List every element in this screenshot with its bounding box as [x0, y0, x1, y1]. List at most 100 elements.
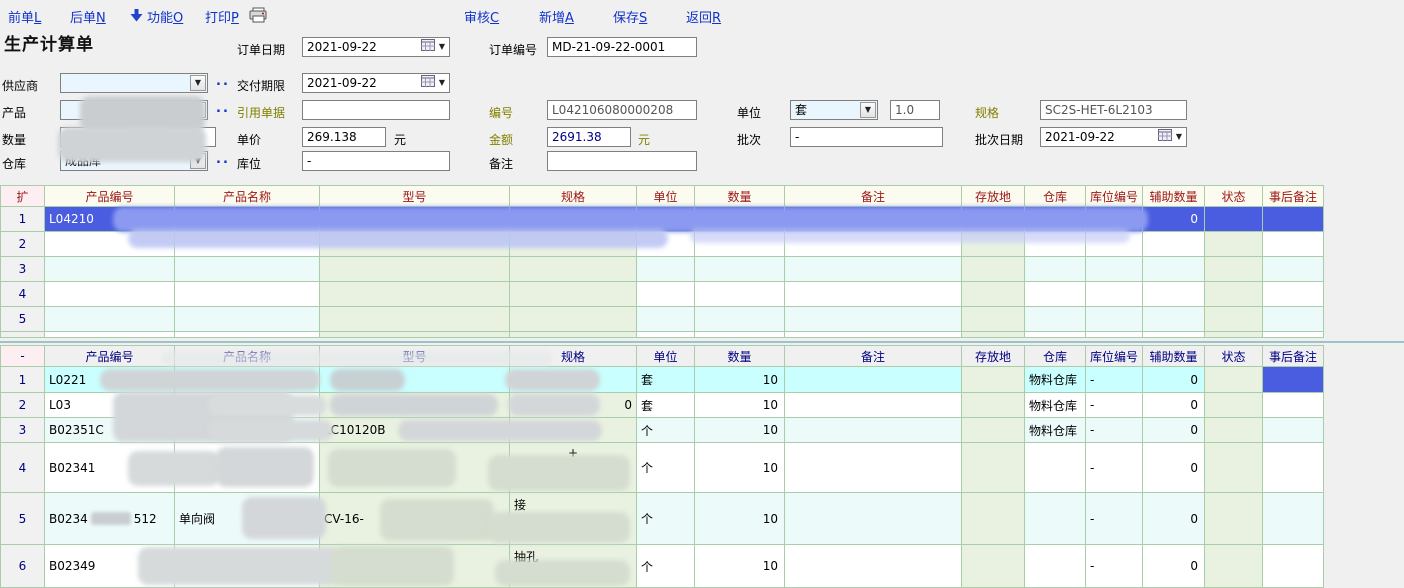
corner-header-cell[interactable]: - [0, 345, 45, 367]
cell-loc[interactable] [962, 545, 1025, 588]
cell-spec[interactable] [510, 257, 637, 282]
col-header-name[interactable]: 产品名称 [175, 345, 320, 367]
cell-unit[interactable] [637, 282, 695, 307]
cell-wh[interactable] [1025, 257, 1086, 282]
cell-qty[interactable] [695, 282, 785, 307]
cell-spec[interactable]: 0 [510, 393, 637, 418]
cell-remark[interactable] [785, 393, 962, 418]
audit-button[interactable]: 审核C [464, 7, 499, 26]
cell-remark[interactable] [785, 232, 962, 257]
row-number[interactable]: 1 [0, 207, 45, 232]
cell-remark[interactable] [785, 282, 962, 307]
col-header-code[interactable]: 产品编号 [45, 345, 175, 367]
col-header-remark[interactable]: 备注 [785, 345, 962, 367]
col-header-wh[interactable]: 仓库 [1025, 185, 1086, 207]
cell-loc[interactable] [962, 282, 1025, 307]
cell-status[interactable] [1205, 367, 1263, 393]
cell-qty[interactable]: 10 [695, 545, 785, 588]
col-header-aux[interactable]: 辅助数量 [1143, 185, 1205, 207]
batch-date-field[interactable]: 2021-09-22 ▼ [1040, 127, 1187, 147]
cell-qty[interactable]: 10 [695, 493, 785, 545]
deadline-date-field[interactable]: 2021-09-22 ▼ [302, 73, 450, 93]
add-new-button[interactable]: 新增A [539, 7, 574, 26]
next-doc-button[interactable]: 后单N [70, 7, 106, 26]
cell-unit[interactable] [637, 332, 695, 338]
note-input[interactable] [547, 151, 697, 171]
dropdown-arrow-icon[interactable]: ▼ [1176, 128, 1182, 146]
cell-name[interactable] [175, 307, 320, 332]
cell-name[interactable] [175, 332, 320, 338]
cell-bin[interactable]: - [1086, 418, 1143, 443]
cell-loc[interactable] [962, 257, 1025, 282]
cell-aux[interactable] [1143, 307, 1205, 332]
cell-bin[interactable]: - [1086, 545, 1143, 588]
cell-status[interactable] [1205, 493, 1263, 545]
cell-remark[interactable] [785, 443, 962, 493]
code-input[interactable]: L042106080000208 [547, 100, 697, 120]
bin-input[interactable]: - [302, 151, 450, 171]
row-number[interactable]: 4 [0, 443, 45, 493]
cell-spec[interactable] [510, 332, 637, 338]
cell-code[interactable]: B02351C [45, 418, 175, 443]
spec-input[interactable]: SC2S-HET-6L2103 [1040, 100, 1187, 120]
cell-aux[interactable]: 0 [1143, 367, 1205, 393]
cell-status[interactable] [1205, 393, 1263, 418]
unit-factor-input[interactable]: 1.0 [890, 100, 940, 120]
row-number[interactable]: 1 [0, 367, 45, 393]
cell-aux[interactable] [1143, 232, 1205, 257]
cell-model[interactable]: LC10120B [320, 418, 510, 443]
cell-name[interactable]: 块 [175, 393, 320, 418]
cell-code[interactable] [45, 282, 175, 307]
cell-aux[interactable] [1143, 332, 1205, 338]
cell-code[interactable] [45, 332, 175, 338]
cell-name[interactable] [175, 418, 320, 443]
cell-model[interactable] [320, 282, 510, 307]
dropdown-arrow-icon[interactable]: ▼ [439, 74, 445, 92]
col-header-status[interactable]: 状态 [1205, 185, 1263, 207]
dropdown-arrow-button[interactable]: ▼ [190, 102, 206, 118]
col-header-wh[interactable]: 仓库 [1025, 345, 1086, 367]
cell-post[interactable] [1263, 418, 1324, 443]
cell-qty[interactable] [695, 257, 785, 282]
cell-name[interactable] [175, 257, 320, 282]
col-header-aux[interactable]: 辅助数量 [1143, 345, 1205, 367]
product-combo[interactable]: ▼ [60, 100, 208, 120]
row-number[interactable]: 3 [0, 418, 45, 443]
cell-wh[interactable]: 物料仓库 [1025, 418, 1086, 443]
ref-doc-input[interactable] [302, 100, 450, 120]
cell-wh[interactable] [1025, 545, 1086, 588]
cell-model[interactable] [320, 207, 510, 232]
cell-code[interactable] [45, 307, 175, 332]
cell-aux[interactable]: 0 [1143, 443, 1205, 493]
order-no-input[interactable]: MD-21-09-22-0001 [547, 37, 697, 57]
cell-spec[interactable] [510, 232, 637, 257]
cell-code[interactable]: B0234512 [45, 493, 175, 545]
cell-spec[interactable] [510, 207, 637, 232]
amount-input[interactable]: 2691.38 [547, 127, 631, 147]
col-header-loc[interactable]: 存放地 [962, 185, 1025, 207]
col-header-spec[interactable]: 规格 [510, 185, 637, 207]
cell-qty[interactable]: 10 [695, 418, 785, 443]
cell-status[interactable] [1205, 282, 1263, 307]
cell-qty[interactable] [695, 307, 785, 332]
cell-post[interactable] [1263, 332, 1324, 338]
cell-code[interactable]: L0221 [45, 367, 175, 393]
cell-wh[interactable]: 物料仓库 [1025, 393, 1086, 418]
cell-spec[interactable] [510, 418, 637, 443]
cell-post[interactable] [1263, 207, 1324, 232]
col-header-bin[interactable]: 库位编号 [1086, 185, 1143, 207]
cell-unit[interactable]: 个 [637, 443, 695, 493]
cell-aux[interactable]: 0 [1143, 207, 1205, 232]
corner-header-cell[interactable]: 扩 [0, 185, 45, 207]
cell-wh[interactable] [1025, 443, 1086, 493]
cell-model[interactable] [320, 307, 510, 332]
grid-splitter[interactable] [0, 341, 1404, 343]
col-header-qty[interactable]: 数量 [695, 345, 785, 367]
cell-post[interactable] [1263, 257, 1324, 282]
cell-unit[interactable] [637, 232, 695, 257]
row-number[interactable]: 3 [0, 257, 45, 282]
cell-loc[interactable] [962, 307, 1025, 332]
cell-name[interactable] [175, 545, 320, 588]
supplier-combo[interactable]: ▼ [60, 73, 208, 93]
cell-aux[interactable]: 0 [1143, 493, 1205, 545]
